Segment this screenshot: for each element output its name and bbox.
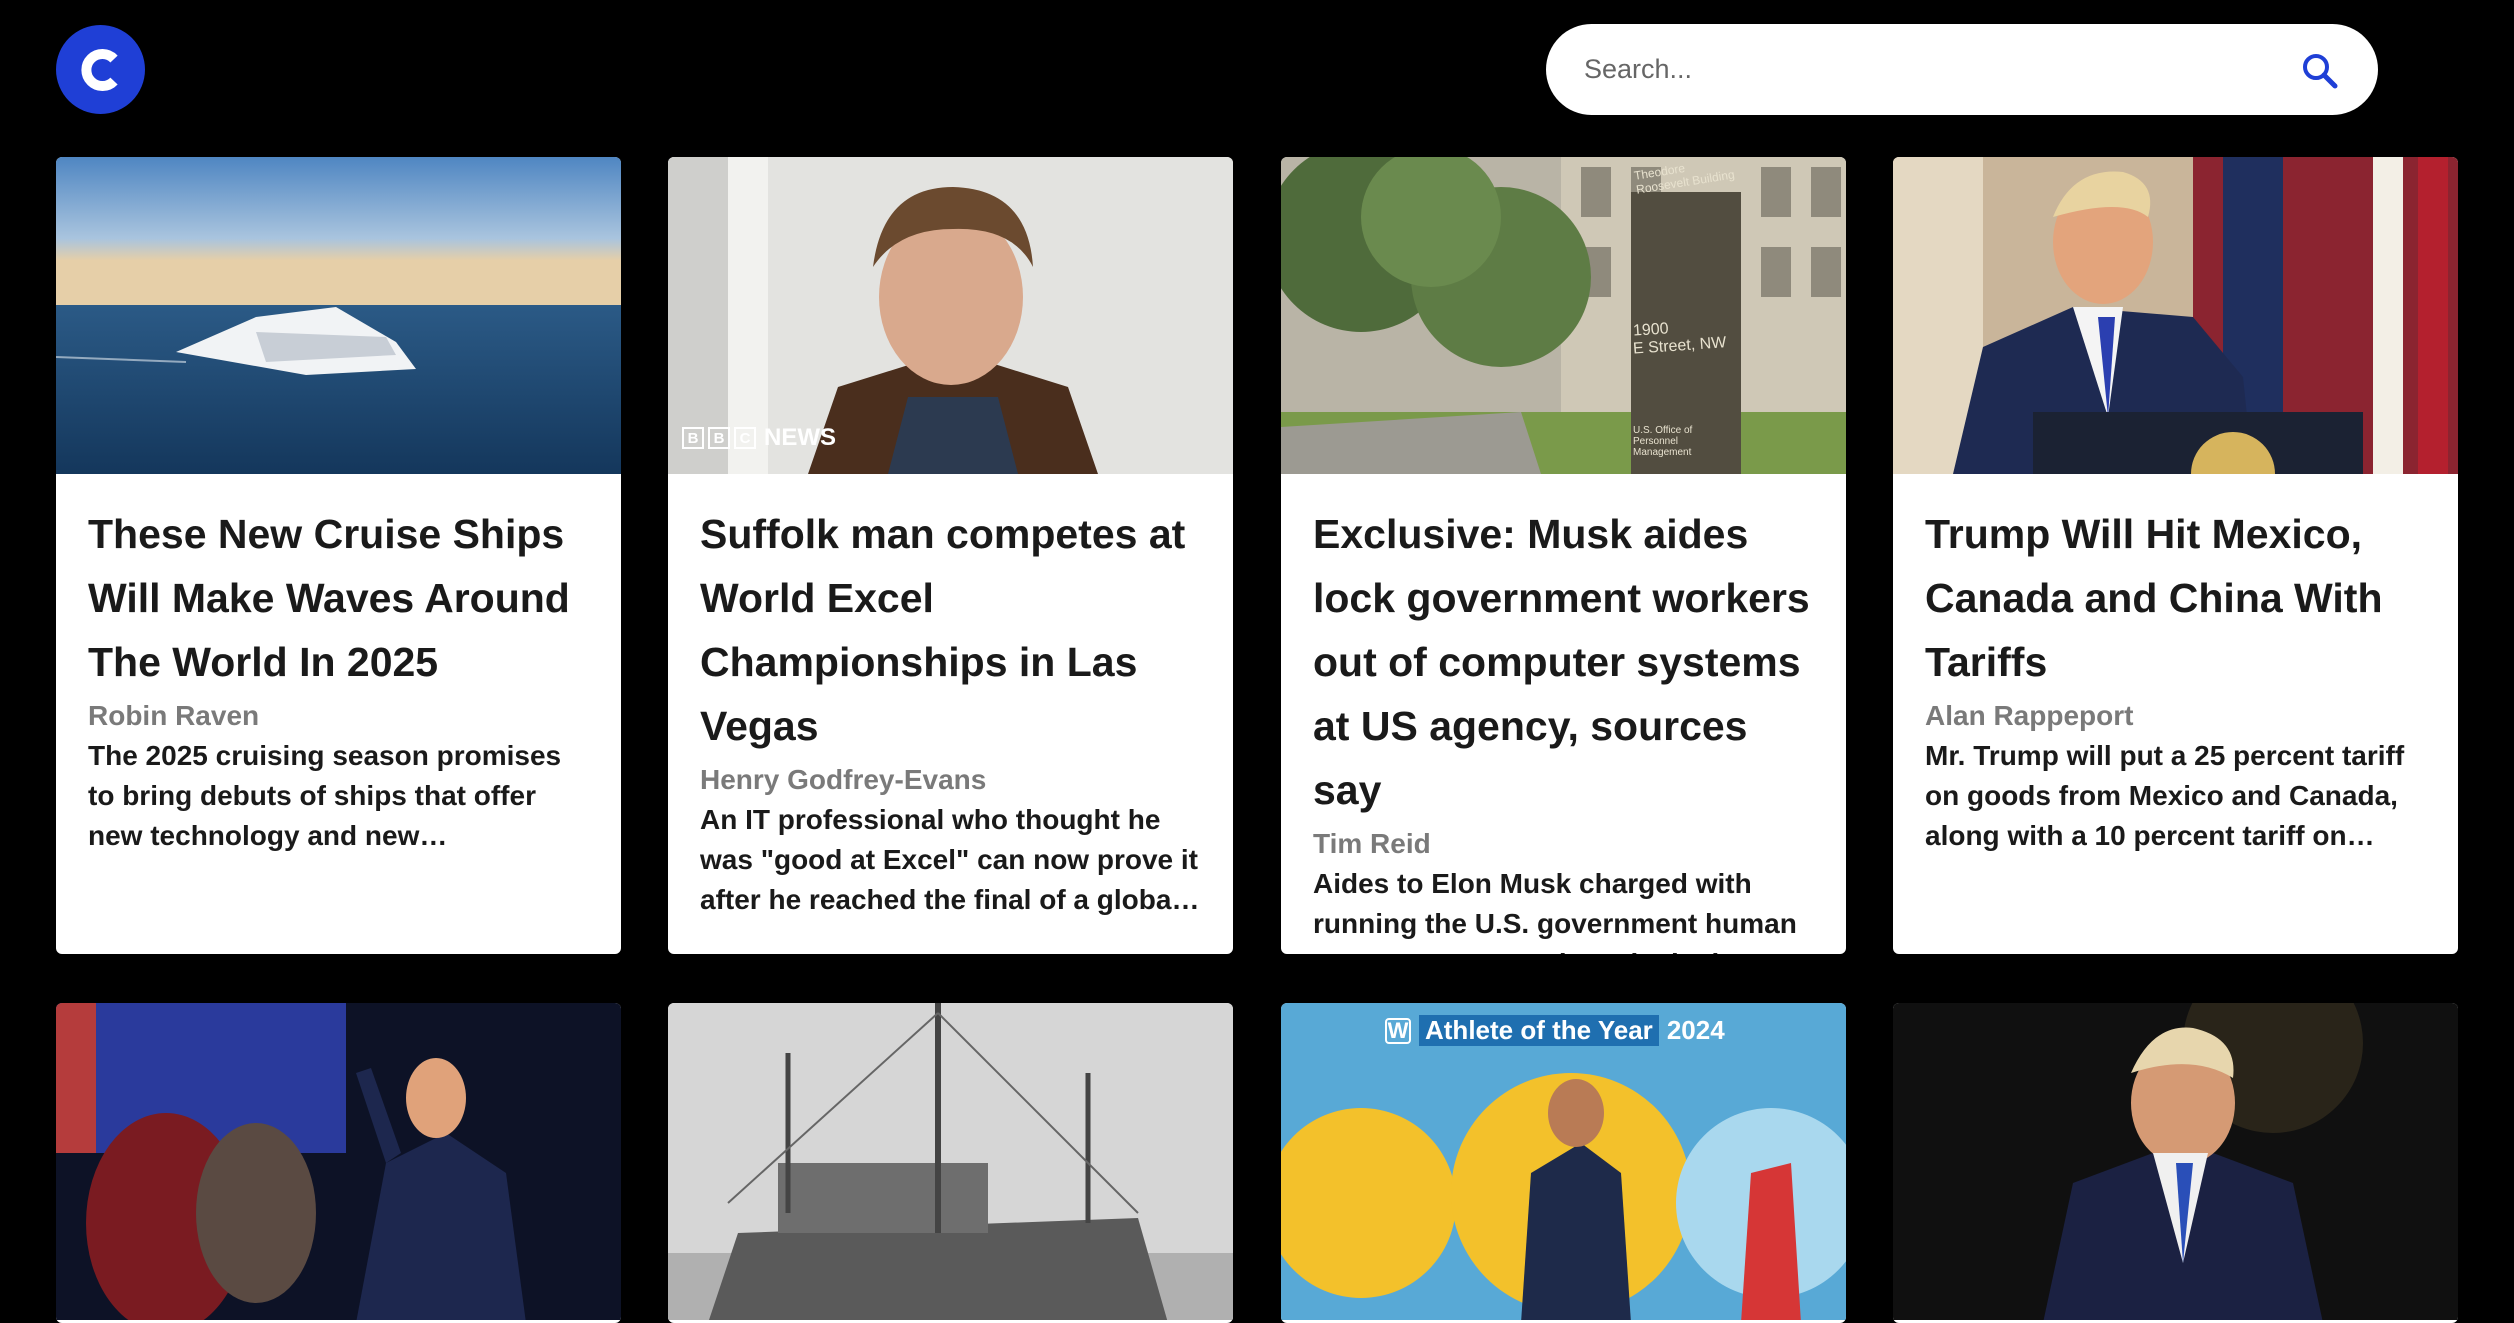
article-card[interactable]: These New Cruise Ships Will Make Waves A…	[56, 157, 621, 954]
article-card[interactable]	[668, 1003, 1233, 1323]
article-description: The 2025 cruising season promises to bri…	[88, 740, 562, 851]
header	[0, 0, 2514, 140]
article-description: Aides to Elon Musk charged with running …	[1313, 868, 1811, 954]
search-bar	[1546, 24, 2378, 115]
article-title[interactable]: Suffolk man competes at World Excel Cham…	[700, 502, 1201, 758]
article-card[interactable]: W Athlete of the Year 2024	[1281, 1003, 1846, 1323]
article-card[interactable]	[1893, 1003, 2458, 1323]
article-title[interactable]: Exclusive: Musk aides lock government wo…	[1313, 502, 1814, 822]
building-sign: Theodore Roosevelt Building 1900 E Stree…	[1632, 160, 1736, 458]
article-image	[56, 157, 621, 474]
article-image	[1893, 157, 2458, 474]
article-title[interactable]: Trump Will Hit Mexico, Canada and China …	[1925, 502, 2426, 694]
article-card[interactable]	[56, 1003, 621, 1323]
athlete-of-year-banner: W Athlete of the Year 2024	[1385, 1015, 1725, 1046]
article-image: Theodore Roosevelt Building 1900 E Stree…	[1281, 157, 1846, 474]
article-card[interactable]: Trump Will Hit Mexico, Canada and China …	[1893, 157, 2458, 954]
article-card[interactable]: B B C NEWS Suffolk man competes at World…	[668, 157, 1233, 954]
article-image	[1893, 1003, 2458, 1320]
article-author: Robin Raven	[88, 700, 260, 731]
article-image	[668, 1003, 1233, 1320]
article-author: Henry Godfrey-Evans	[700, 764, 987, 795]
article-description: Mr. Trump will put a 25 percent tariff o…	[1925, 740, 2405, 851]
article-author: Alan Rappeport	[1925, 700, 2134, 731]
article-author: Tim Reid	[1313, 828, 1431, 859]
article-image: W Athlete of the Year 2024	[1281, 1003, 1846, 1320]
article-description: An IT professional who thought he was "g…	[700, 804, 1198, 915]
bbc-news-badge: B B C NEWS	[682, 424, 836, 452]
logo-c-icon	[80, 48, 118, 91]
search-input[interactable]	[1584, 24, 2264, 115]
article-image	[56, 1003, 621, 1320]
article-image: B B C NEWS	[668, 157, 1233, 474]
article-title[interactable]: These New Cruise Ships Will Make Waves A…	[88, 502, 589, 694]
article-card[interactable]: Theodore Roosevelt Building 1900 E Stree…	[1281, 157, 1846, 954]
search-button[interactable]	[2300, 51, 2340, 91]
site-logo[interactable]	[56, 25, 145, 114]
search-icon	[2303, 54, 2338, 89]
